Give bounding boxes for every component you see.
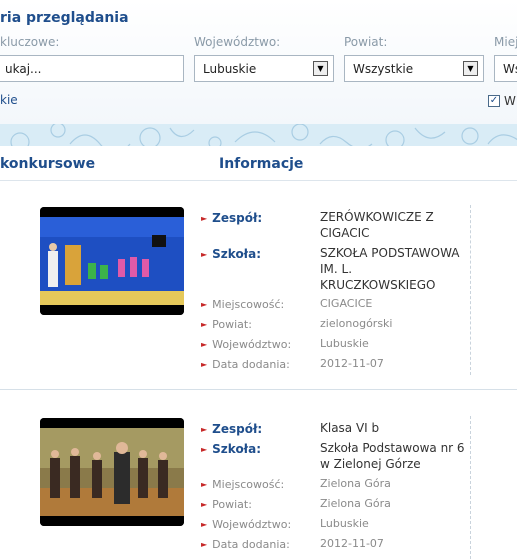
voivodeship-select-value: Lubuskie: [203, 62, 257, 76]
column-header-entries: konkursowe: [0, 156, 96, 172]
keywords-search-input[interactable]: ukaj...: [0, 55, 184, 82]
bullet-arrow-icon: ►: [201, 445, 208, 454]
bullet-arrow-icon: ►: [201, 540, 208, 549]
county-label: ► Powiat:: [201, 318, 252, 331]
video-thumbnail[interactable]: [40, 418, 184, 526]
county-select-value: Wszystkie: [353, 62, 414, 76]
voivodeship-label: ► Województwo:: [201, 518, 292, 531]
school-value: SZKOŁA PODSTAWOWA IM. L. KRUCZKOWSKIEGO: [320, 246, 460, 292]
results-column-header: konkursowe Informacje: [0, 146, 517, 181]
filter-checkbox-label: W: [504, 94, 516, 108]
divider: [0, 389, 517, 390]
video-thumbnail[interactable]: [40, 207, 184, 315]
bullet-arrow-icon: ►: [201, 500, 208, 509]
date-added-value: 2012-11-07: [320, 537, 384, 550]
voivodeship-select[interactable]: Lubuskie ▼: [194, 55, 334, 82]
town-value: CIGACICE: [320, 297, 373, 310]
bullet-arrow-icon: ►: [201, 250, 208, 259]
county-value: zielonogórski: [320, 317, 393, 330]
bullet-arrow-icon: ►: [201, 300, 208, 309]
column-header-information: Informacje: [219, 156, 304, 172]
town-select-value: Ws: [503, 62, 517, 76]
date-added-value: 2012-11-07: [320, 357, 384, 370]
voivodeship-label: ► Województwo:: [201, 338, 292, 351]
bullet-arrow-icon: ►: [201, 320, 208, 329]
filter-link[interactable]: kie: [0, 93, 18, 107]
school-label: ► Szkoła:: [201, 442, 262, 456]
town-value: Zielona Góra: [320, 477, 391, 490]
school-label: ► Szkoła:: [201, 247, 262, 261]
voivodeship-value: Lubuskie: [320, 517, 369, 530]
chevron-down-icon[interactable]: ▼: [313, 61, 328, 76]
search-filters-panel: ria przeglądania kluczowe: ukaj... Wojew…: [0, 0, 517, 124]
bullet-arrow-icon: ►: [201, 340, 208, 349]
voivodeship-label: Województwo:: [194, 35, 281, 49]
town-select[interactable]: Ws: [494, 55, 517, 82]
town-label: ► Miejscowość:: [201, 478, 285, 491]
voivodeship-value: Lubuskie: [320, 337, 369, 350]
keywords-label: kluczowe:: [0, 35, 60, 49]
school-value: Szkoła Podstawowa nr 6 w Zielonej Górze: [320, 441, 465, 471]
town-label: Miej: [494, 35, 517, 49]
divider: [470, 416, 471, 559]
filters-title: ria przeglądania: [0, 10, 129, 26]
county-value: Zielona Góra: [320, 497, 391, 510]
date-added-label: ► Data dodania:: [201, 358, 290, 371]
bullet-arrow-icon: ►: [201, 214, 208, 223]
bullet-arrow-icon: ►: [201, 360, 208, 369]
bullet-arrow-icon: ►: [201, 520, 208, 529]
bullet-arrow-icon: ►: [201, 480, 208, 489]
bullet-arrow-icon: ►: [201, 425, 208, 434]
team-value: ZERÓWKOWICZE Z CIGACIC: [320, 210, 434, 240]
county-label: Powiat:: [344, 35, 388, 49]
filter-checkbox[interactable]: ✓: [488, 95, 500, 107]
decorative-pattern-band: [0, 124, 517, 146]
county-label: ► Powiat:: [201, 498, 252, 511]
chevron-down-icon[interactable]: ▼: [463, 61, 478, 76]
team-value: Klasa VI b: [320, 421, 380, 435]
divider: [470, 205, 471, 375]
team-label: ► Zespół:: [201, 211, 263, 225]
team-label: ► Zespół:: [201, 422, 263, 436]
town-label: ► Miejscowość:: [201, 298, 285, 311]
county-select[interactable]: Wszystkie ▼: [344, 55, 484, 82]
date-added-label: ► Data dodania:: [201, 538, 290, 551]
keywords-input-value: ukaj...: [5, 62, 42, 76]
